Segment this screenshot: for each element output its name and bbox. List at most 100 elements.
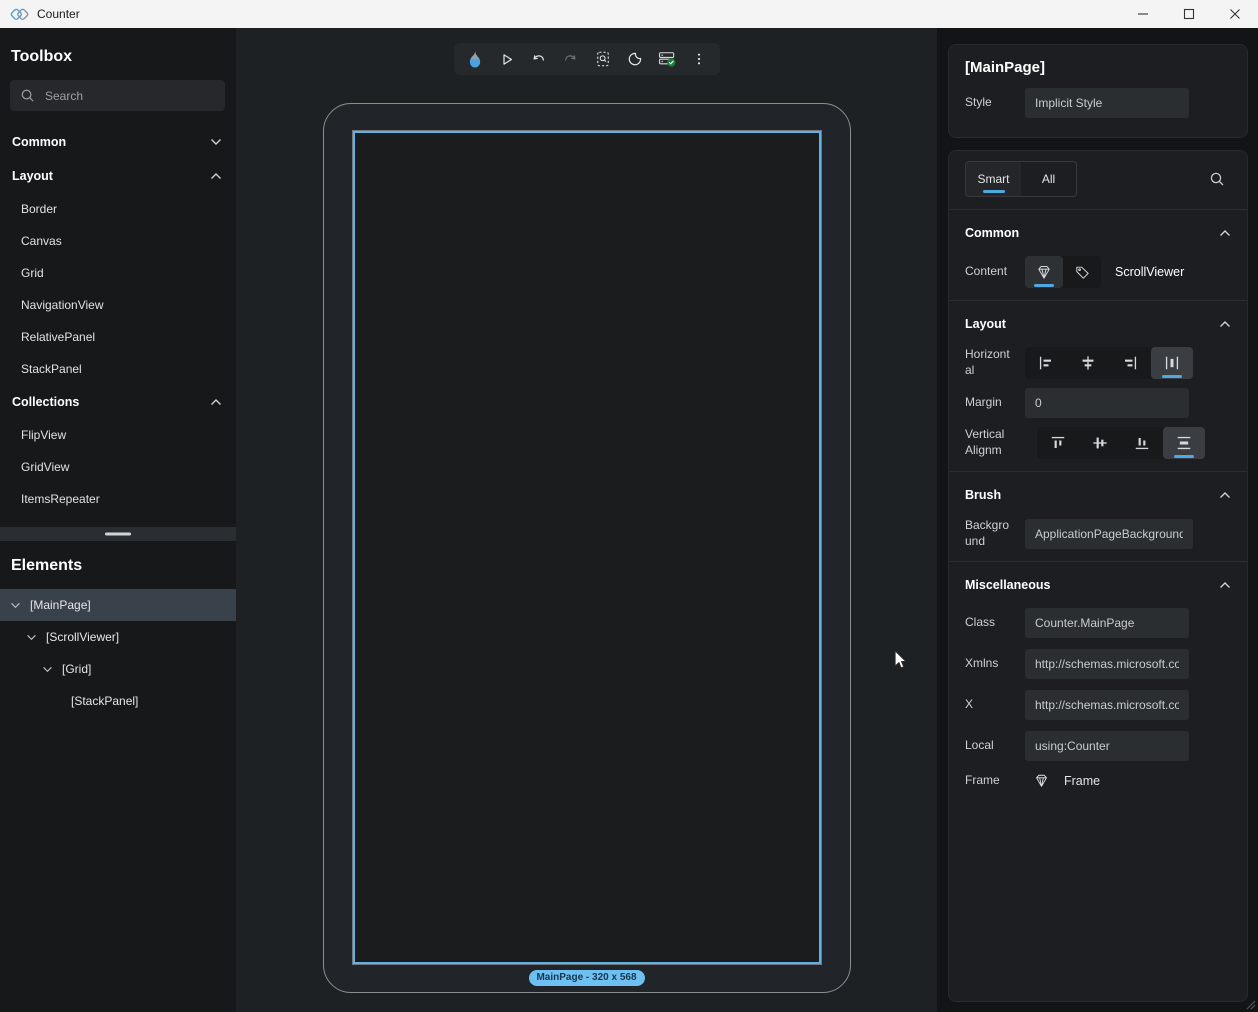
section-common[interactable]: Common xyxy=(965,218,1231,248)
xmlns-input[interactable] xyxy=(1025,649,1189,679)
design-canvas[interactable]: MainPage - 320 x 568 xyxy=(236,28,937,1012)
tree-item-stackpanel[interactable]: [StackPanel] xyxy=(0,685,236,717)
minimize-button[interactable] xyxy=(1120,0,1166,28)
tab-smart[interactable]: Smart xyxy=(966,162,1021,196)
more-options-button[interactable] xyxy=(686,46,712,72)
background-label: Background xyxy=(965,518,1013,549)
content-label: Content xyxy=(965,264,1013,280)
undo-button[interactable] xyxy=(526,46,552,72)
tree-item-label: [StackPanel] xyxy=(71,694,138,708)
server-status-button[interactable] xyxy=(654,46,680,72)
valign-bottom-button[interactable] xyxy=(1121,427,1163,459)
class-input[interactable] xyxy=(1025,608,1189,638)
selected-element-title: [MainPage] xyxy=(965,59,1231,76)
section-layout[interactable]: Layout xyxy=(965,309,1231,339)
horizontal-alignment-group xyxy=(1025,347,1193,379)
class-label: Class xyxy=(965,615,1013,631)
toolbox-item-border[interactable]: Border xyxy=(0,193,236,225)
chevron-down-icon[interactable] xyxy=(42,666,54,673)
toolbox-section-layout[interactable]: Layout xyxy=(0,159,236,193)
property-search-icon[interactable] xyxy=(1209,171,1231,187)
redo-icon xyxy=(562,51,579,68)
hot-reload-button[interactable] xyxy=(462,46,488,72)
align-right-icon xyxy=(1120,353,1140,373)
margin-input[interactable] xyxy=(1025,388,1189,418)
maximize-button[interactable] xyxy=(1166,0,1212,28)
panel-splitter-handle[interactable] xyxy=(0,527,236,541)
halign-right-button[interactable] xyxy=(1109,347,1151,379)
chevron-down-icon xyxy=(210,138,222,146)
moon-icon xyxy=(626,51,643,68)
halign-left-button[interactable] xyxy=(1025,347,1067,379)
halign-center-button[interactable] xyxy=(1067,347,1109,379)
tab-label: All xyxy=(1042,172,1055,186)
app-window: Counter Toolbox Common xyxy=(0,0,1258,1012)
app-logo-icon xyxy=(10,5,29,24)
toolbox-title: Toolbox xyxy=(0,28,236,80)
toolbox-item-gridview[interactable]: GridView xyxy=(0,451,236,483)
gem-icon xyxy=(1035,263,1053,281)
redo-button[interactable] xyxy=(558,46,584,72)
window-resize-grip[interactable] xyxy=(1246,1000,1256,1010)
kebab-menu-icon xyxy=(691,51,707,67)
toolbox-item-stackpanel[interactable]: StackPanel xyxy=(0,353,236,385)
chevron-up-icon xyxy=(210,172,222,180)
local-namespace-input[interactable] xyxy=(1025,731,1189,761)
chevron-down-icon[interactable] xyxy=(26,634,38,641)
tree-item-label: [Grid] xyxy=(62,662,91,676)
toolbox-item-grid[interactable]: Grid xyxy=(0,257,236,289)
section-miscellaneous[interactable]: Miscellaneous xyxy=(965,570,1231,600)
search-icon xyxy=(20,88,35,103)
close-button[interactable] xyxy=(1212,0,1258,28)
toolbox-search[interactable] xyxy=(10,80,225,111)
section-label: Layout xyxy=(965,317,1006,331)
designer-toolbar xyxy=(454,43,720,75)
property-tabs: Smart All xyxy=(965,161,1077,197)
frame-reference[interactable]: Frame xyxy=(1025,772,1100,789)
toolbox-section-common[interactable]: Common xyxy=(0,125,236,159)
tree-item-mainpage[interactable]: [MainPage] xyxy=(0,589,236,621)
stretch-horizontal-icon xyxy=(1162,353,1182,373)
play-button[interactable] xyxy=(494,46,520,72)
zoom-to-fit-button[interactable] xyxy=(590,46,616,72)
flame-icon xyxy=(466,49,484,69)
tree-item-grid[interactable]: [Grid] xyxy=(0,653,236,685)
mainpage-design-surface[interactable] xyxy=(352,130,822,965)
tab-all[interactable]: All xyxy=(1021,162,1076,196)
undo-icon xyxy=(530,51,547,68)
content-binding-mode-button[interactable] xyxy=(1063,256,1101,288)
tab-label: Smart xyxy=(977,172,1009,186)
toolbox-item-flipview[interactable]: FlipView xyxy=(0,419,236,451)
elements-title: Elements xyxy=(0,541,236,589)
content-element-mode-button[interactable] xyxy=(1025,256,1063,288)
section-label: Collections xyxy=(12,395,79,409)
vertical-alignment-group xyxy=(1037,427,1205,459)
toolbox-item-relativepanel[interactable]: RelativePanel xyxy=(0,321,236,353)
left-sidebar: Toolbox Common Layout Border Canvas Grid… xyxy=(0,28,236,1012)
x-namespace-input[interactable] xyxy=(1025,690,1189,720)
section-brush[interactable]: Brush xyxy=(965,480,1231,510)
background-input[interactable] xyxy=(1025,519,1193,549)
toolbox-item-navigationview[interactable]: NavigationView xyxy=(0,289,236,321)
play-icon xyxy=(498,51,515,68)
content-mode-toggle xyxy=(1025,256,1101,288)
valign-stretch-button[interactable] xyxy=(1163,427,1205,459)
selection-badge: MainPage - 320 x 568 xyxy=(528,970,644,986)
toolbox-search-input[interactable] xyxy=(45,89,215,103)
style-label: Style xyxy=(965,95,1013,111)
property-inspector: [MainPage] Style Smart All xyxy=(937,28,1258,1012)
tree-item-scrollviewer[interactable]: [ScrollViewer] xyxy=(0,621,236,653)
theme-toggle-button[interactable] xyxy=(622,46,648,72)
toolbox-item-canvas[interactable]: Canvas xyxy=(0,225,236,257)
halign-stretch-button[interactable] xyxy=(1151,347,1193,379)
device-frame[interactable]: MainPage - 320 x 568 xyxy=(323,103,851,993)
toolbox-item-itemsrepeater[interactable]: ItemsRepeater xyxy=(0,483,236,515)
valign-top-button[interactable] xyxy=(1037,427,1079,459)
chevron-down-icon[interactable] xyxy=(10,602,22,609)
vertical-alignment-label: Vertical Alignm xyxy=(965,427,1019,458)
stretch-vertical-icon xyxy=(1174,433,1194,453)
valign-center-button[interactable] xyxy=(1079,427,1121,459)
toolbox-section-collections[interactable]: Collections xyxy=(0,385,236,419)
margin-label: Margin xyxy=(965,395,1013,411)
style-combobox[interactable] xyxy=(1025,88,1189,118)
